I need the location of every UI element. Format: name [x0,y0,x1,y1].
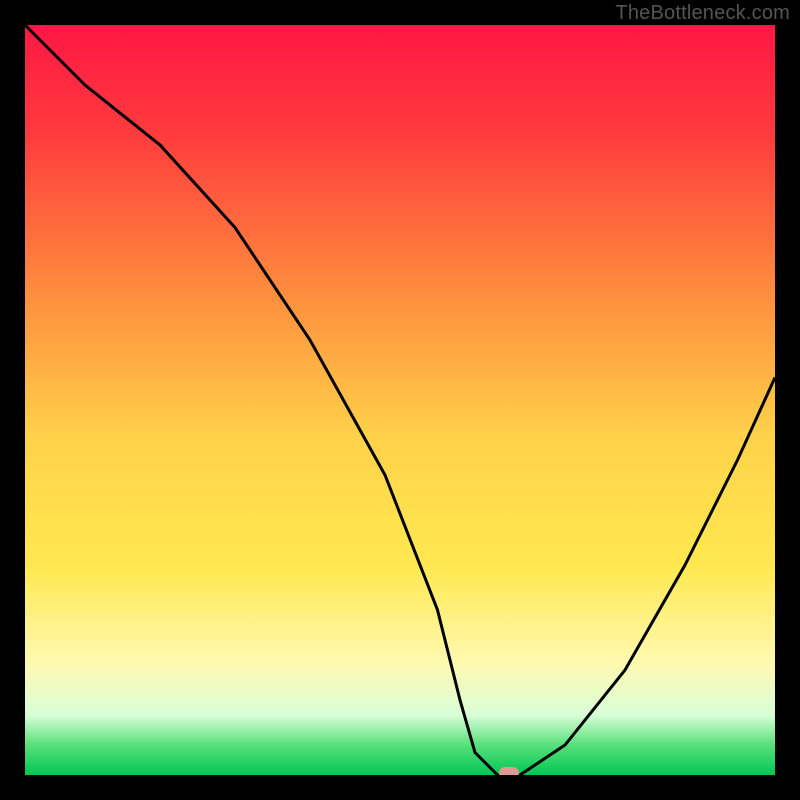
optimal-point-marker [499,767,519,775]
plot-area [25,25,775,775]
bottleneck-curve [25,25,775,775]
watermark-text: TheBottleneck.com [615,2,790,25]
chart-frame: TheBottleneck.com [0,0,800,800]
